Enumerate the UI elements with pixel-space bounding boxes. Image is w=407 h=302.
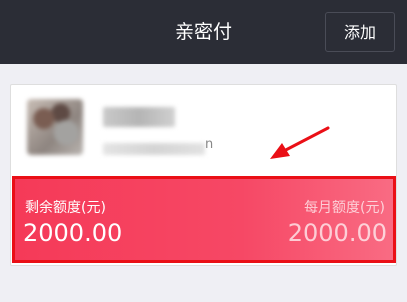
avatar xyxy=(27,99,83,155)
quota-panel[interactable]: 剩余额度(元) 每月额度(元) 2000.00 2000.00 xyxy=(12,176,396,263)
blurred-name xyxy=(103,107,175,127)
arrow-annotation-icon xyxy=(270,126,330,159)
blurred-account xyxy=(103,143,205,155)
monthly-quota-label: 每月额度(元) xyxy=(304,200,385,216)
remaining-quota-value: 2000.00 xyxy=(23,219,123,247)
add-button[interactable]: 添加 xyxy=(325,12,395,52)
account-tail-text: n xyxy=(205,137,214,152)
remaining-quota-label: 剩余额度(元) xyxy=(25,200,106,216)
monthly-quota-value: 2000.00 xyxy=(287,219,387,247)
